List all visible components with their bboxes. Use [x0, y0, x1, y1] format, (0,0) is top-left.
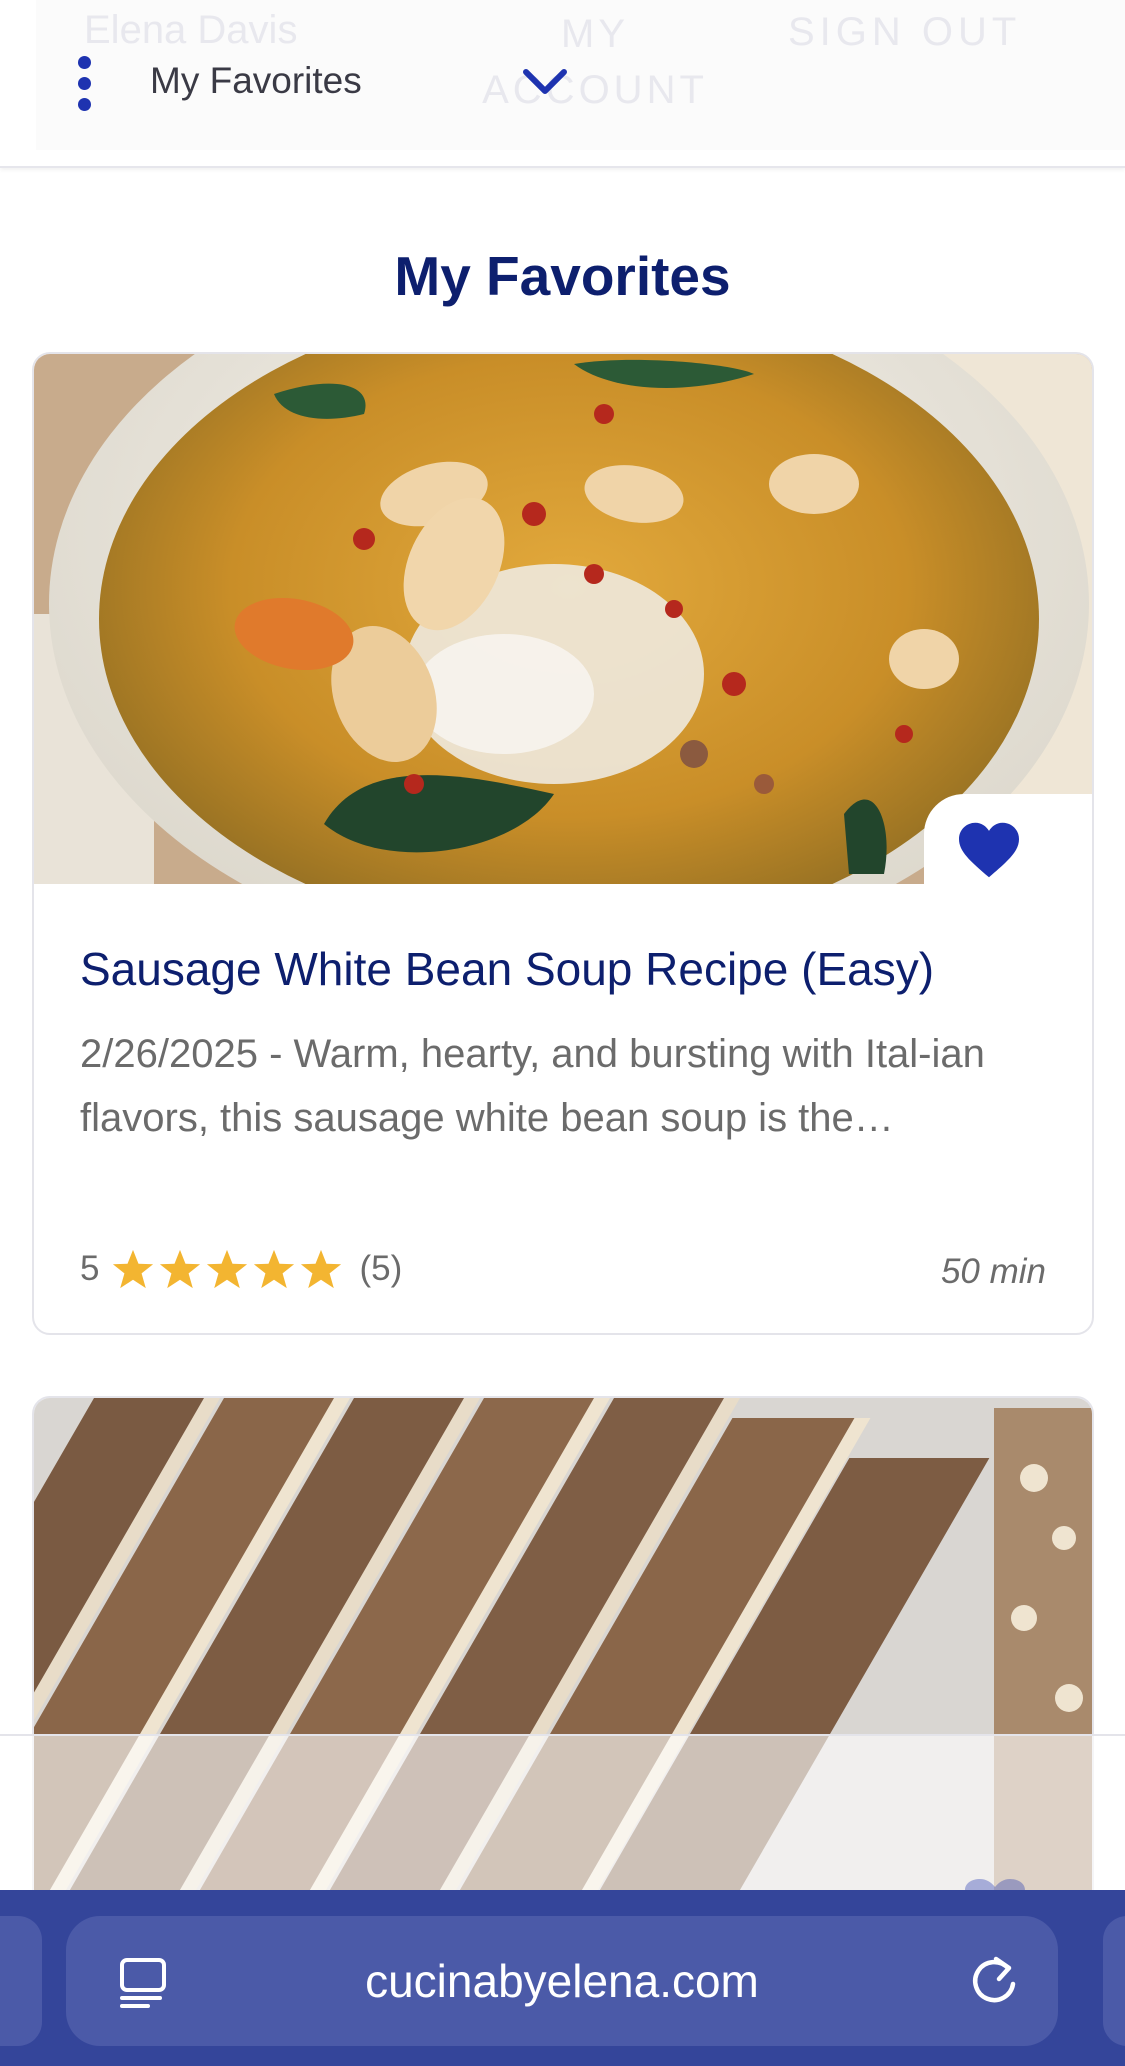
ghost-sign-out-link: SIGN OUT: [788, 10, 1022, 54]
star-icon: [254, 1249, 295, 1289]
star-icon: [113, 1249, 154, 1289]
heart-icon[interactable]: [956, 820, 1022, 880]
recipe-title[interactable]: Sausage White Bean Soup Recipe (Easy): [80, 942, 934, 996]
address-bar[interactable]: cucinabyelena.com: [66, 1916, 1058, 2046]
browser-toolbar: cucinabyelena.com: [0, 1890, 1125, 2066]
account-menu-select[interactable]: My Favorites: [150, 60, 362, 102]
site-header: Elena Davis MY ACCOUNT SIGN OUT My Favor…: [0, 0, 1125, 168]
chevron-down-icon[interactable]: [520, 64, 570, 100]
bottom-toolbar-shadow: [0, 1734, 1125, 1890]
rating-value: 5: [80, 1249, 100, 1288]
more-options-icon[interactable]: [70, 52, 98, 116]
previous-tab[interactable]: [0, 1916, 42, 2046]
page-title: My Favorites: [394, 245, 731, 307]
rating-stars: [111, 1248, 343, 1290]
reload-icon[interactable]: [968, 1954, 1020, 2008]
star-icon: [160, 1249, 201, 1289]
ghost-my-account-link: MY ACCOUNT: [482, 12, 708, 112]
recipe-rating: 5 (5): [80, 1244, 402, 1294]
next-tab[interactable]: [1103, 1916, 1125, 2046]
recipe-description: 2/26/2025 - Warm, hearty, and bursting w…: [80, 1032, 985, 1140]
url-text[interactable]: cucinabyelena.com: [66, 1916, 1058, 2046]
ghost-user-name: Elena Davis: [84, 8, 298, 52]
star-icon: [301, 1249, 342, 1289]
rating-count: (5): [359, 1249, 403, 1288]
cook-time: 50 min: [940, 1252, 1046, 1291]
recipe-card[interactable]: Sausage White Bean Soup Recipe (Easy) 2/…: [32, 352, 1094, 1335]
star-icon: [207, 1249, 248, 1289]
